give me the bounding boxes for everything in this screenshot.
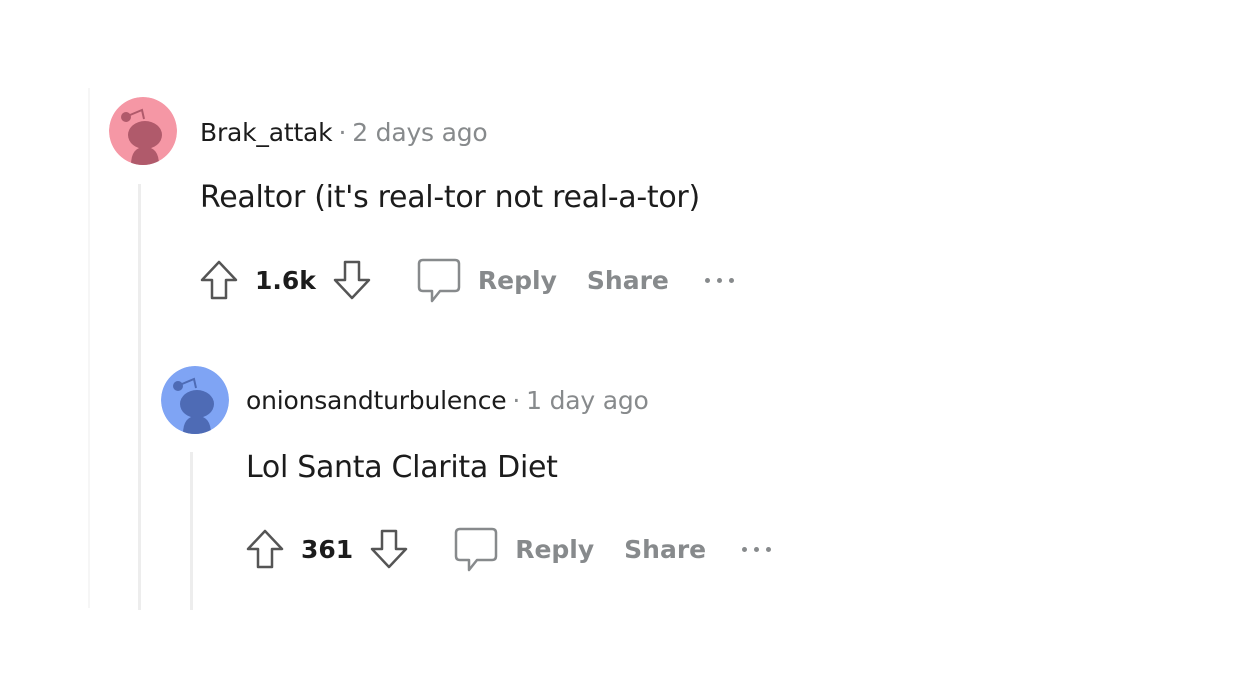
reply-label: Reply — [477, 265, 557, 295]
reply-label: Reply — [515, 534, 595, 564]
username-link[interactable]: Brak_attak — [200, 118, 333, 147]
vote-score: 1.6k — [255, 265, 316, 295]
avatar[interactable] — [161, 366, 229, 434]
comment-actions: 1.6k Reply Share — [197, 257, 734, 303]
snoo-avatar-icon — [161, 366, 229, 434]
ellipsis-icon[interactable] — [742, 546, 772, 552]
meta-separator: · — [512, 386, 521, 415]
upvote-arrow-icon[interactable] — [243, 527, 287, 571]
comment-body: Lol Santa Clarita Diet — [246, 450, 558, 485]
comment-meta: Brak_attak · 2 days ago — [200, 118, 488, 147]
snoo-avatar-icon — [109, 97, 177, 165]
share-button[interactable]: Share — [587, 266, 669, 295]
comment-body: Realtor (it's real-tor not real-a-tor) — [200, 180, 700, 215]
speech-bubble-icon — [417, 258, 461, 303]
reply-button[interactable]: Reply — [453, 525, 594, 573]
timestamp[interactable]: 1 day ago — [526, 386, 649, 415]
thread-collapse-line[interactable] — [190, 452, 193, 610]
speech-bubble-icon — [454, 527, 498, 572]
upvote-arrow-icon[interactable] — [197, 258, 241, 302]
share-button[interactable]: Share — [624, 535, 706, 564]
username-link[interactable]: onionsandturbulence — [246, 386, 507, 415]
comment-actions: 361 Reply Share — [243, 525, 772, 573]
thread-edge-line — [88, 88, 90, 608]
thread-collapse-line[interactable] — [138, 184, 141, 610]
reply-button[interactable]: Reply — [416, 256, 557, 304]
vote-score: 361 — [301, 534, 354, 564]
ellipsis-icon[interactable] — [704, 277, 734, 283]
avatar[interactable] — [109, 97, 177, 165]
downvote-arrow-icon[interactable] — [330, 258, 374, 302]
downvote-arrow-icon[interactable] — [367, 527, 411, 571]
comment-meta: onionsandturbulence · 1 day ago — [246, 386, 649, 415]
meta-separator: · — [338, 118, 347, 147]
timestamp[interactable]: 2 days ago — [352, 118, 487, 147]
